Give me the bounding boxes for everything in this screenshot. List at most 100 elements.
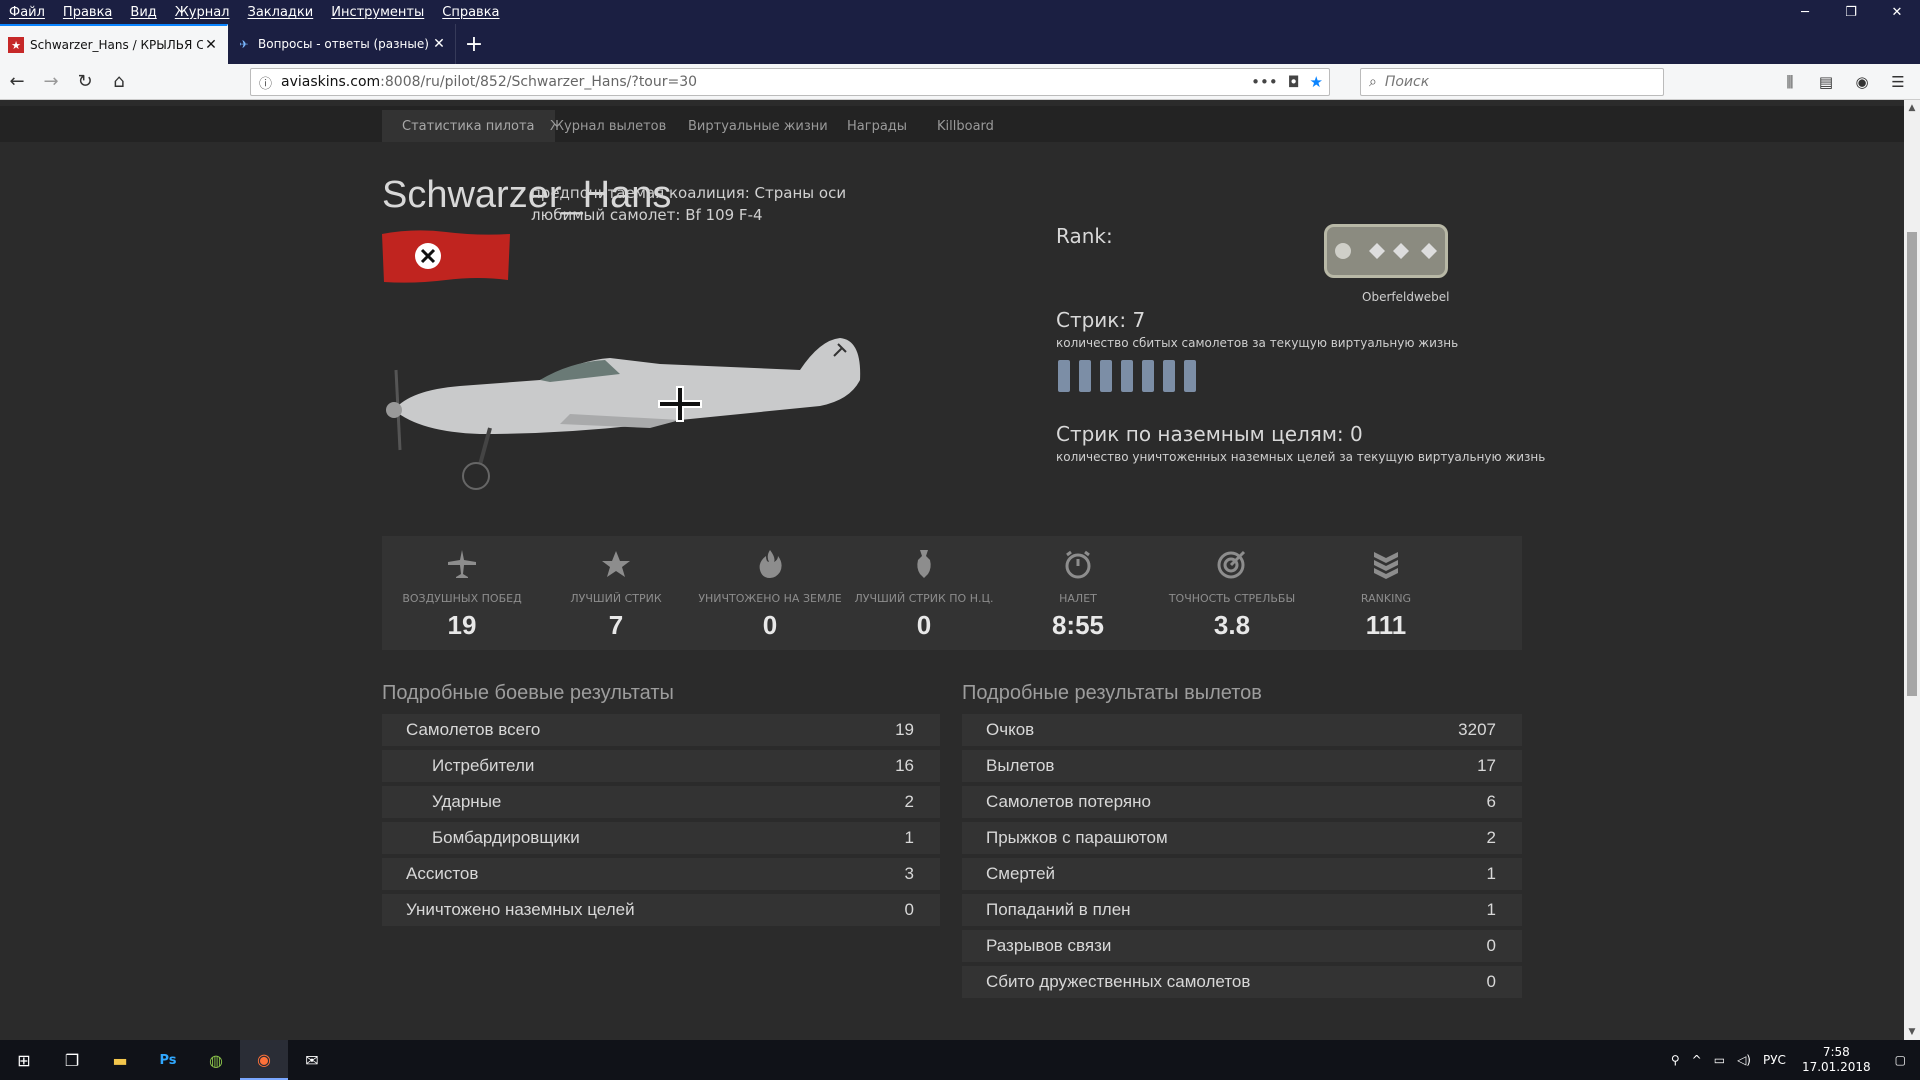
tab-bar: ★ Schwarzer_Hans / КРЫЛЬЯ СВО ✕ ✈ Вопрос…: [0, 24, 1920, 64]
row-label: Вылетов: [986, 756, 1055, 775]
task-view-icon[interactable]: ❐: [48, 1040, 96, 1080]
streak-bar: [1121, 360, 1133, 392]
volume-icon[interactable]: ◁): [1731, 1053, 1757, 1067]
new-tab-icon[interactable]: +: [456, 24, 492, 64]
row-label: Уничтожено наземных целей: [406, 900, 635, 919]
subnav-awards[interactable]: Награды: [827, 110, 927, 142]
row-value: 19: [895, 720, 914, 739]
stat-label: точность стрельбы: [1168, 592, 1296, 605]
tray-expand-icon[interactable]: ^: [1686, 1053, 1708, 1067]
scroll-thumb[interactable]: [1907, 232, 1917, 696]
stat-value: 0: [916, 610, 932, 640]
bookmark-star-icon[interactable]: ★: [1310, 73, 1323, 91]
file-explorer-icon[interactable]: ▬: [96, 1040, 144, 1080]
row-value: 0: [1486, 972, 1496, 991]
fire-icon: [759, 550, 782, 578]
info-icon[interactable]: ⓘ: [259, 73, 281, 92]
stats-summary: воздушных побед 19 лучший стрик 7 уничто…: [382, 536, 1522, 650]
hamburger-menu-icon[interactable]: ☰: [1882, 66, 1914, 98]
more-icon[interactable]: •••: [1251, 73, 1278, 91]
sortie-results-title: Подробные результаты вылетов: [962, 682, 1262, 704]
toolbar-right: ⫼ ▤ ◉ ☰: [1774, 64, 1914, 100]
rank-insignia-icon: [1324, 224, 1448, 278]
mail-icon[interactable]: ✉: [288, 1040, 336, 1080]
clock[interactable]: 7:58 17.01.2018: [1792, 1045, 1881, 1075]
row-value: 3207: [1458, 720, 1496, 739]
combat-row: Ассистов 3: [382, 858, 940, 890]
row-label: Ассистов: [406, 864, 479, 883]
menu-history[interactable]: Журнал: [166, 5, 239, 20]
back-icon[interactable]: ←: [0, 66, 34, 98]
row-label: Истребители: [432, 756, 535, 775]
page-content: Статистика пилота Журнал вылетов Виртуал…: [0, 100, 1904, 1040]
pilot-subnav: Статистика пилота Журнал вылетов Виртуал…: [0, 106, 1904, 142]
page-scrollbar[interactable]: ▲ ▼: [1904, 100, 1920, 1040]
forward-icon[interactable]: →: [34, 66, 68, 98]
windows-start-icon[interactable]: ⊞: [0, 1040, 48, 1080]
clock-date: 17.01.2018: [1801, 1060, 1871, 1074]
ground-streak-title: Стрик по наземным целям: 0: [1056, 422, 1363, 446]
scroll-down-icon[interactable]: ▼: [1904, 1024, 1920, 1040]
menu-help[interactable]: Справка: [433, 5, 508, 20]
stat-label: уничтожено на земле: [698, 592, 842, 605]
url-domain: aviaskins.com: [281, 74, 381, 90]
sidebar-icon[interactable]: ▤: [1810, 66, 1842, 98]
stat-value: 3.8: [1213, 610, 1251, 640]
close-window-icon[interactable]: ✕: [1874, 0, 1920, 24]
preferred-coalition: предпочитаемая коалиция: Страны оси: [531, 184, 847, 202]
people-icon[interactable]: ⚲: [1665, 1053, 1686, 1067]
sortie-row: Самолетов потеряно 6: [962, 786, 1522, 818]
library-icon[interactable]: ⫼: [1774, 66, 1806, 98]
navigation-bar: ← → ↻ ⌂ ⓘ aviaskins.com:8008/ru/pilot/85…: [0, 64, 1920, 100]
search-bar[interactable]: ⌕ Поиск: [1360, 68, 1664, 96]
streak-bar: [1100, 360, 1112, 392]
star-icon: [602, 551, 630, 577]
menu-tools[interactable]: Инструменты: [322, 5, 433, 20]
row-value: 0: [904, 900, 914, 919]
firefox-icon[interactable]: ◉: [240, 1040, 288, 1080]
menu-bookmarks[interactable]: Закладки: [239, 5, 323, 20]
system-tray: ⚲ ^ ▭ ◁) РУС 7:58 17.01.2018 ▢: [1665, 1040, 1920, 1080]
row-value: 16: [895, 756, 914, 775]
combat-results-title: Подробные боевые результаты: [382, 682, 674, 704]
subnav-killboard[interactable]: Killboard: [917, 110, 1014, 142]
subnav-stats[interactable]: Статистика пилота: [382, 110, 555, 142]
windows-taskbar: ⊞ ❐ ▬ Ps ◍ ◉ ✉ ⚲ ^ ▭ ◁) РУС 7:58 17.01.2…: [0, 1040, 1920, 1080]
red-star-icon: ★: [8, 37, 24, 53]
network-icon[interactable]: ▭: [1708, 1053, 1731, 1067]
photoshop-icon[interactable]: Ps: [144, 1040, 192, 1080]
minimize-icon[interactable]: ─: [1782, 0, 1828, 24]
url-path: :8008/ru/pilot/852/Schwarzer_Hans/?tour=…: [380, 74, 698, 90]
tab-pilot[interactable]: ★ Schwarzer_Hans / КРЫЛЬЯ СВО ✕: [0, 24, 228, 64]
url-bar[interactable]: ⓘ aviaskins.com:8008/ru/pilot/852/Schwar…: [250, 68, 1330, 96]
reload-icon[interactable]: ↻: [68, 66, 102, 98]
url-actions: ••• ◘ ★: [1251, 69, 1323, 95]
extension-icon[interactable]: ◉: [1846, 66, 1878, 98]
streak-bar: [1079, 360, 1091, 392]
streak-title: Стрик: 7: [1056, 308, 1146, 332]
stopwatch-icon: [1065, 550, 1091, 579]
stat-value: 8:55: [1051, 610, 1105, 640]
combat-row: Бомбардировщики 1: [382, 822, 940, 854]
menu-file[interactable]: Файл: [0, 5, 54, 20]
input-language[interactable]: РУС: [1757, 1053, 1792, 1067]
row-label: Прыжков с парашютом: [986, 828, 1168, 847]
app-sphere-icon[interactable]: ◍: [192, 1040, 240, 1080]
scroll-up-icon[interactable]: ▲: [1904, 100, 1920, 116]
notifications-icon[interactable]: ▢: [1881, 1053, 1920, 1067]
tab-questions[interactable]: ✈ Вопросы - ответы (разные) - С ✕: [228, 24, 456, 64]
close-tab-icon[interactable]: ✕: [203, 37, 219, 53]
subnav-lives[interactable]: Виртуальные жизни: [668, 110, 848, 142]
streak-bar: [1184, 360, 1196, 392]
pocket-icon[interactable]: ◘: [1288, 73, 1300, 91]
rank-name: Oberfeldwebel: [1362, 290, 1450, 304]
home-icon[interactable]: ⌂: [102, 66, 136, 98]
row-value: 17: [1477, 756, 1496, 775]
menu-view[interactable]: Вид: [121, 5, 165, 20]
restore-icon[interactable]: ❐: [1828, 0, 1874, 24]
subnav-sorties[interactable]: Журнал вылетов: [530, 110, 686, 142]
menu-edit[interactable]: Правка: [54, 5, 121, 20]
row-value: 0: [1486, 936, 1496, 955]
close-tab-icon[interactable]: ✕: [431, 36, 447, 52]
row-label: Смертей: [986, 864, 1056, 883]
